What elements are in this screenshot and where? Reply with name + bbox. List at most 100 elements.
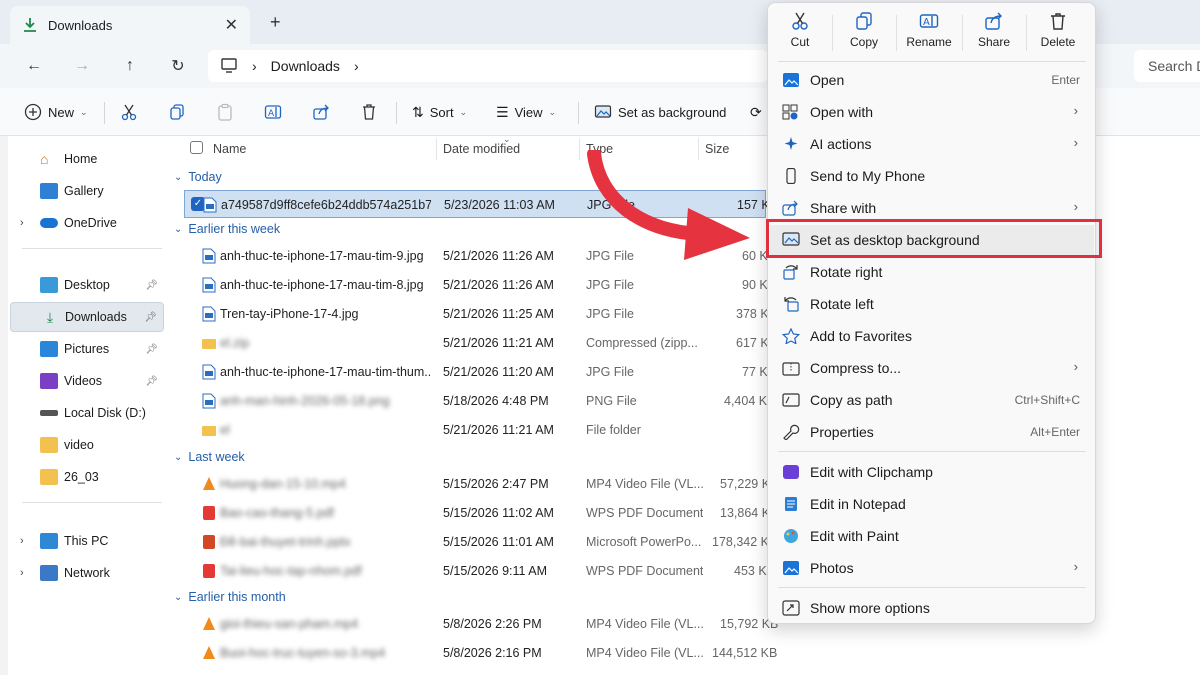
group-last-week[interactable]: ⌄ Last week <box>174 450 245 464</box>
sidebar-item-gallery[interactable]: Gallery <box>10 176 164 206</box>
table-row[interactable]: Buoi-hoc-truc-tuyen-so-3.mp4 5/8/2026 2:… <box>184 639 777 667</box>
menu-item-open-with[interactable]: Open with › <box>770 97 1094 127</box>
copy-button[interactable]: Copy <box>832 11 896 59</box>
sidebar-item-onedrive[interactable]: › OneDrive <box>10 208 164 238</box>
menu-item-show-more-options[interactable]: Show more options <box>770 593 1094 623</box>
group-today[interactable]: ⌄ Today <box>174 170 222 184</box>
chevron-right-icon[interactable]: › <box>20 535 24 547</box>
forward-icon[interactable]: → <box>70 54 94 78</box>
menu-item-add-to-favorites[interactable]: Add to Favorites <box>770 321 1094 351</box>
file-name: anh-man-hinh-2026-05-18.png <box>220 394 390 408</box>
table-row[interactable]: anh-thuc-te-iphone-17-mau-tim-thum... 5/… <box>184 358 776 386</box>
view-button[interactable]: ☰ View ⌄ <box>496 100 556 124</box>
refresh-icon[interactable]: ↻ <box>166 54 190 78</box>
delete-button[interactable] <box>360 100 378 124</box>
file-date: 5/8/2026 2:16 PM <box>443 646 542 660</box>
menu-item-rotate-left[interactable]: Rotate left <box>770 289 1094 319</box>
menu-item-notepad[interactable]: Edit in Notepad <box>770 489 1094 519</box>
paste-button[interactable] <box>216 100 234 124</box>
table-row[interactable]: anh-thuc-te-iphone-17-mau-tim-8.jpg 5/21… <box>184 271 776 299</box>
table-row[interactable]: Đề-bai-thuyet-trinh.pptx 5/15/2026 11:01… <box>184 528 777 556</box>
sidebar-item-desktop[interactable]: Desktop 📌︎ <box>10 270 164 300</box>
pin-icon[interactable]: 📌︎ <box>145 280 158 291</box>
table-row[interactable]: gioi-thieu-san-pham.mp4 5/8/2026 2:26 PM… <box>184 610 778 638</box>
sidebar-item-videos[interactable]: Videos 📌︎ <box>10 366 164 396</box>
menu-item-send-to-phone[interactable]: Send to My Phone <box>770 161 1094 191</box>
close-tab-icon[interactable]: ✕ <box>225 15 238 35</box>
sidebar-item-downloads[interactable]: ⤓ Downloads 📌︎ <box>10 302 164 332</box>
sidebar-item-network[interactable]: › Network <box>10 558 164 588</box>
menu-item-copy-as-path[interactable]: Copy as path Ctrl+Shift+C <box>770 385 1094 415</box>
star-icon <box>782 328 800 344</box>
pdf-icon <box>203 564 215 578</box>
address-bar[interactable]: › Downloads › <box>208 50 768 82</box>
scissors-icon <box>792 12 808 30</box>
chevron-right-icon[interactable]: › <box>252 58 257 74</box>
set-background-button[interactable]: Set as background <box>594 100 726 124</box>
vlc-icon <box>203 617 215 630</box>
file-type: File folder <box>586 423 641 437</box>
chevron-right-icon[interactable]: › <box>20 217 24 229</box>
new-button[interactable]: New ⌄ <box>24 100 88 124</box>
home-icon: ⌂ <box>40 151 49 167</box>
back-icon[interactable]: ← <box>22 54 46 78</box>
sidebar-item-pictures[interactable]: Pictures 📌︎ <box>10 334 164 364</box>
up-icon[interactable]: ↑ <box>118 54 142 78</box>
menu-item-open[interactable]: Open Enter <box>770 65 1094 95</box>
table-row[interactable]: Tai-lieu-hoc-tap-nhom.pdf 5/15/2026 9:11… <box>184 557 775 585</box>
menu-item-ai-actions[interactable]: AI actions › <box>770 129 1094 159</box>
new-tab-button[interactable]: + <box>270 12 281 33</box>
pin-icon[interactable]: 📌︎ <box>144 312 157 323</box>
sidebar-item-video[interactable]: video <box>10 430 164 460</box>
rotate-button[interactable]: ⟳ <box>750 100 762 124</box>
table-row[interactable]: el.zip 5/21/2026 11:21 AM Compressed (zi… <box>184 329 777 357</box>
file-type: MP4 Video File (VL... <box>586 477 704 491</box>
table-row[interactable]: Huong-dan-15-10.mp4 5/15/2026 2:47 PM MP… <box>184 470 778 498</box>
pin-icon[interactable]: 📌︎ <box>145 376 158 387</box>
copy-button[interactable] <box>168 100 186 124</box>
file-date: 5/21/2026 11:26 AM <box>443 278 554 292</box>
sidebar-item-home[interactable]: ⌂ Home <box>10 144 164 174</box>
table-row[interactable]: anh-man-hinh-2026-05-18.png 5/18/2026 4:… <box>184 387 775 415</box>
sort-button[interactable]: ⇅ Sort ⌄ <box>412 100 467 124</box>
table-row[interactable]: Tren-tay-iPhone-17-4.jpg 5/21/2026 11:25… <box>184 300 777 328</box>
pin-icon[interactable]: 📌︎ <box>145 344 158 355</box>
zip-folder-icon <box>782 362 800 376</box>
sidebar-item-localdisk[interactable]: Local Disk (D:) <box>10 398 164 428</box>
photos-app-icon <box>783 73 799 87</box>
sidebar-item-26-03[interactable]: 26_03 <box>10 462 164 492</box>
share-button[interactable]: Share <box>962 11 1026 59</box>
menu-item-properties[interactable]: Properties Alt+Enter <box>770 417 1094 447</box>
table-row[interactable]: el 5/21/2026 11:21 AM File folder <box>184 416 766 444</box>
menu-item-paint[interactable]: Edit with Paint <box>770 521 1094 551</box>
cut-button[interactable] <box>120 100 138 124</box>
menu-item-photos[interactable]: Photos › <box>770 553 1094 583</box>
menu-item-rotate-right[interactable]: Rotate right <box>770 257 1094 287</box>
group-earlier-this-week[interactable]: ⌄ Earlier this week <box>174 222 280 236</box>
group-label: Earlier this week <box>188 222 281 236</box>
rename-button[interactable]: A Rename <box>896 11 962 59</box>
menu-item-compress[interactable]: Compress to... › <box>770 353 1094 383</box>
group-earlier-this-month[interactable]: ⌄ Earlier this month <box>174 590 286 604</box>
scissors-icon <box>121 104 137 121</box>
sidebar-item-thispc[interactable]: › This PC <box>10 526 164 556</box>
tab-downloads[interactable]: Downloads ✕ <box>10 6 250 44</box>
chevron-right-icon[interactable]: › <box>354 58 359 74</box>
file-type: MP4 Video File (VL... <box>586 617 704 631</box>
share-button[interactable] <box>312 100 330 124</box>
menu-item-label: Share with <box>810 200 877 216</box>
menu-item-label: AI actions <box>810 136 872 152</box>
breadcrumb-downloads[interactable]: Downloads <box>271 58 340 74</box>
rename-button[interactable]: A <box>264 100 282 124</box>
search-input[interactable]: Search D <box>1134 50 1200 82</box>
select-all-checkbox[interactable] <box>190 141 203 154</box>
delete-button[interactable]: Delete <box>1026 11 1090 59</box>
menu-item-clipchamp[interactable]: Edit with Clipchamp <box>770 457 1094 487</box>
table-row[interactable]: Bao-cao-thang-5.pdf 5/15/2026 11:02 AM W… <box>184 499 778 527</box>
navigation-pane: ⌂ Home Gallery › OneDrive Desktop 📌︎ ⤓ D… <box>8 136 166 675</box>
column-name[interactable]: Name <box>213 142 246 156</box>
rotate-right-icon <box>783 265 798 280</box>
file-date: 5/15/2026 11:02 AM <box>443 506 554 520</box>
cut-button[interactable]: Cut <box>768 11 832 59</box>
chevron-right-icon[interactable]: › <box>20 567 24 579</box>
